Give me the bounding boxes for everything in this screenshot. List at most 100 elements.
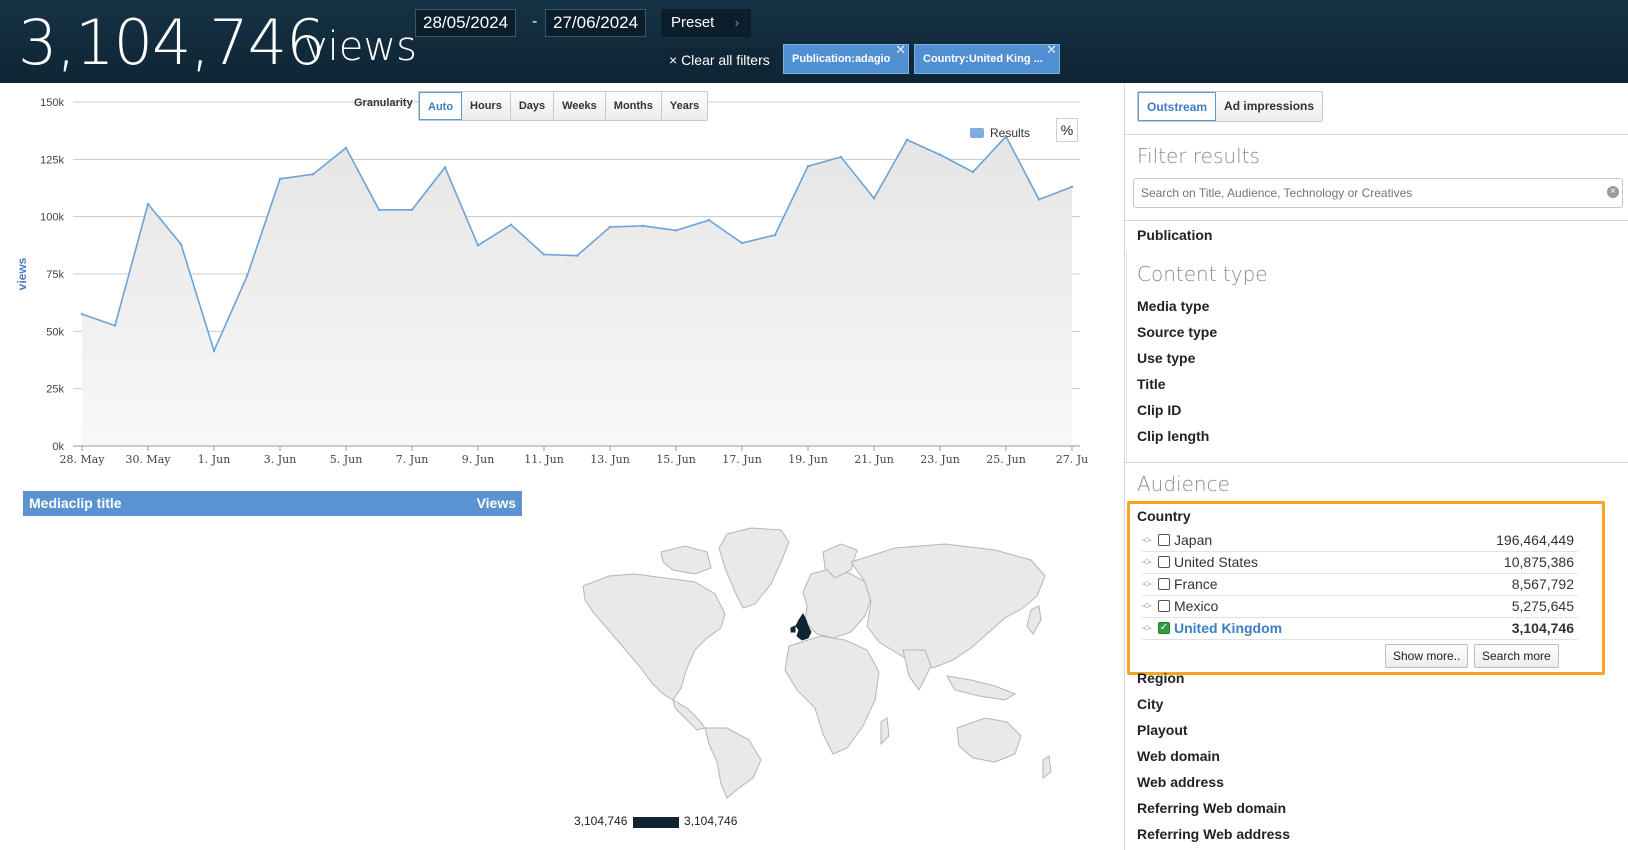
facet-country[interactable]: Country xyxy=(1137,508,1191,524)
granularity-hours-button[interactable]: Hours xyxy=(462,92,511,120)
x-tick-label: 17. Jun xyxy=(722,453,762,466)
country-name[interactable]: Japan xyxy=(1174,532,1212,548)
tab-outstream[interactable]: Outstream xyxy=(1138,92,1217,121)
filter-chip-country[interactable]: Country:United King ... ✕ xyxy=(914,44,1060,74)
map-region-new-zealand xyxy=(1042,755,1052,779)
country-row-france[interactable]: -○- France 8,567,792 xyxy=(1142,574,1578,596)
series-area-fill xyxy=(82,136,1072,446)
facet-referring-web-domain[interactable]: Referring Web domain xyxy=(1137,800,1286,816)
country-name[interactable]: United Kingdom xyxy=(1174,620,1282,636)
data-point xyxy=(179,242,183,246)
granularity-days-button[interactable]: Days xyxy=(510,92,555,120)
map-legend-max: 3,104,746 xyxy=(684,814,738,828)
facet-clip-id[interactable]: Clip ID xyxy=(1137,402,1181,418)
facet-referring-web-address[interactable]: Referring Web address xyxy=(1137,826,1290,842)
data-point xyxy=(905,138,909,142)
map-region-northern-ireland xyxy=(790,625,796,633)
country-checkbox[interactable] xyxy=(1158,556,1170,568)
granularity-auto-button[interactable]: Auto xyxy=(419,92,463,120)
facet-use-type[interactable]: Use type xyxy=(1137,350,1195,366)
facet-publication[interactable]: Publication xyxy=(1137,227,1212,243)
x-tick-label: 11. Jun xyxy=(524,453,564,466)
data-point xyxy=(476,244,480,247)
country-name[interactable]: Mexico xyxy=(1174,598,1218,614)
percent-toggle-button[interactable]: % xyxy=(1056,118,1078,142)
header-bar: 3,104,746 views 28/05/2024 - 27/06/2024 … xyxy=(0,0,1628,83)
preset-label: Preset xyxy=(671,14,715,31)
map-region-north-america xyxy=(582,573,726,701)
date-to-input[interactable]: 27/06/2024 xyxy=(545,9,647,37)
show-more-button[interactable]: Show more.. xyxy=(1385,644,1469,668)
y-axis-title: views xyxy=(15,257,29,290)
chart-legend-results[interactable]: Results xyxy=(970,126,1030,140)
country-checkbox-checked[interactable]: ✓ xyxy=(1158,622,1170,634)
x-tick-label: 19. Jun xyxy=(788,453,828,466)
facet-clip-length[interactable]: Clip length xyxy=(1137,428,1209,444)
x-tick-label: 13. Jun xyxy=(590,453,630,466)
granularity-months-button[interactable]: Months xyxy=(605,92,662,120)
views-chart: 0k 25k 50k 75k 100k 125k 150k 28. May 30. May 1. … xyxy=(15,97,1088,466)
filter-search-input[interactable] xyxy=(1133,178,1623,208)
map-region-canada-islands xyxy=(660,545,712,575)
close-icon[interactable]: ✕ xyxy=(895,45,906,64)
country-name[interactable]: United States xyxy=(1174,554,1258,570)
date-separator: - xyxy=(532,13,538,30)
granularity-years-button[interactable]: Years xyxy=(661,92,708,120)
granularity-weeks-button[interactable]: Weeks xyxy=(554,92,606,120)
country-row-united-kingdom[interactable]: -○- ✓ United Kingdom 3,104,746 xyxy=(1142,618,1578,640)
filter-results-title: Filter results xyxy=(1137,144,1260,168)
clear-all-filters-button[interactable]: × Clear all filters xyxy=(663,47,776,73)
preset-button[interactable]: Preset › xyxy=(661,9,751,37)
country-name[interactable]: France xyxy=(1174,576,1218,592)
data-point xyxy=(674,229,678,232)
data-point xyxy=(1037,198,1041,201)
country-row-japan[interactable]: -○- Japan 196,464,449 xyxy=(1142,530,1578,552)
facet-source-type[interactable]: Source type xyxy=(1137,324,1217,340)
filter-chip-publication[interactable]: Publication:adagio ✕ xyxy=(783,44,909,74)
facet-web-address[interactable]: Web address xyxy=(1137,774,1224,790)
divider xyxy=(1125,462,1628,463)
data-point xyxy=(542,253,546,256)
facet-web-domain[interactable]: Web domain xyxy=(1137,748,1220,764)
map-region-central-america xyxy=(672,698,706,731)
audience-title: Audience xyxy=(1137,472,1230,496)
data-point xyxy=(80,312,84,316)
x-tick-label: 27. Ju xyxy=(1056,453,1088,466)
y-tick-label: 50k xyxy=(46,326,64,338)
date-from-input[interactable]: 28/05/2024 xyxy=(415,9,517,37)
data-point xyxy=(971,170,975,174)
column-header-title[interactable]: Mediaclip title xyxy=(29,491,122,516)
facet-region[interactable]: Region xyxy=(1137,670,1184,686)
map-region-southeast-asia xyxy=(946,675,1017,701)
country-checkbox[interactable] xyxy=(1158,578,1170,590)
country-checkbox[interactable] xyxy=(1158,600,1170,612)
map-region-europe xyxy=(802,567,872,639)
country-value: 5,275,645 xyxy=(1511,598,1574,614)
facet-city[interactable]: City xyxy=(1137,696,1163,712)
x-tick-label: 28. May xyxy=(59,453,105,466)
x-tick-label: 25. Jun xyxy=(986,453,1026,466)
column-header-views[interactable]: Views xyxy=(477,491,516,516)
tree-node-icon: -○- xyxy=(1142,534,1152,546)
data-point xyxy=(806,165,810,168)
y-tick-label: 25k xyxy=(46,384,64,396)
search-more-button[interactable]: Search more xyxy=(1474,644,1559,668)
data-point xyxy=(608,225,612,229)
close-icon[interactable]: ✕ xyxy=(1046,45,1057,64)
tree-node-icon: -○- xyxy=(1142,578,1152,590)
country-value: 196,464,449 xyxy=(1496,532,1574,548)
tab-ad-impressions[interactable]: Ad impressions xyxy=(1216,92,1323,121)
map-region-greenland xyxy=(718,527,790,609)
country-checkbox[interactable] xyxy=(1158,534,1170,546)
country-row-united-states[interactable]: -○- United States 10,875,386 xyxy=(1142,552,1578,574)
clear-search-icon[interactable]: × xyxy=(1607,186,1619,198)
world-map[interactable] xyxy=(575,522,1075,802)
facet-media-type[interactable]: Media type xyxy=(1137,298,1209,314)
facet-playout[interactable]: Playout xyxy=(1137,722,1188,738)
data-point xyxy=(311,173,315,176)
country-row-mexico[interactable]: -○- Mexico 5,275,645 xyxy=(1142,596,1578,618)
legend-label: Results xyxy=(990,126,1031,140)
data-source-tabs: Outstream Ad impressions xyxy=(1137,91,1324,122)
facet-title[interactable]: Title xyxy=(1137,376,1166,392)
total-views-unit: views xyxy=(304,24,417,70)
